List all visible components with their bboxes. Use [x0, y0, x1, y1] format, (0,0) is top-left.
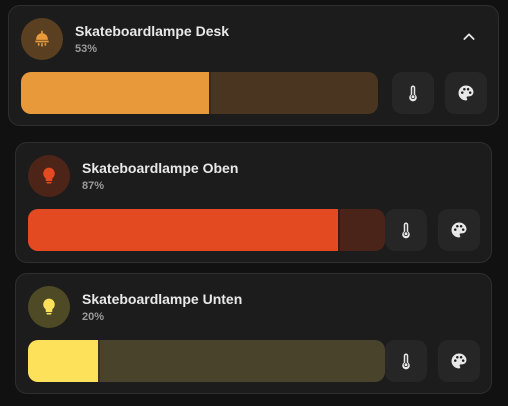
thermometer-icon — [402, 222, 410, 239]
collapse-button[interactable] — [458, 26, 480, 48]
brightness-slider[interactable] — [21, 72, 378, 114]
light-icon-button[interactable] — [21, 18, 63, 60]
brightness-slider-fill — [21, 72, 211, 114]
palette-icon — [451, 222, 467, 238]
thermometer-icon — [402, 353, 410, 370]
color-temperature-button[interactable] — [392, 72, 434, 114]
brightness-slider-thumb[interactable] — [337, 209, 340, 251]
lightbulb-icon — [43, 298, 55, 315]
palette-icon — [458, 85, 474, 101]
brightness-slider[interactable] — [28, 340, 385, 382]
color-temperature-button[interactable] — [385, 209, 427, 251]
light-icon-button[interactable] — [28, 155, 70, 197]
brightness-percent: 20% — [82, 311, 105, 323]
brightness-slider-fill — [28, 340, 100, 382]
light-name: Skateboardlampe Desk — [75, 23, 230, 39]
brightness-slider[interactable] — [28, 209, 385, 251]
thermometer-icon — [409, 85, 417, 102]
light-card-unten: Skateboardlampe Unten 20% — [15, 273, 492, 394]
color-button[interactable] — [438, 340, 480, 382]
chevron-up-icon — [463, 33, 475, 40]
light-name: Skateboardlampe Oben — [82, 160, 239, 176]
brightness-slider-fill — [28, 209, 339, 251]
light-card-oben: Skateboardlampe Oben 87% — [15, 142, 492, 263]
color-temperature-button[interactable] — [385, 340, 427, 382]
color-button[interactable] — [438, 209, 480, 251]
ceiling-lamp-icon — [35, 30, 49, 47]
lightbulb-icon — [43, 167, 55, 184]
brightness-percent: 87% — [82, 180, 105, 192]
light-name: Skateboardlampe Unten — [82, 291, 243, 307]
brightness-slider-thumb[interactable] — [209, 72, 212, 114]
brightness-slider-thumb[interactable] — [98, 340, 101, 382]
light-icon-button[interactable] — [28, 286, 70, 328]
color-button[interactable] — [445, 72, 487, 114]
palette-icon — [451, 353, 467, 369]
brightness-percent: 53% — [75, 43, 98, 55]
light-card-desk: Skateboardlampe Desk 53% — [8, 5, 499, 126]
